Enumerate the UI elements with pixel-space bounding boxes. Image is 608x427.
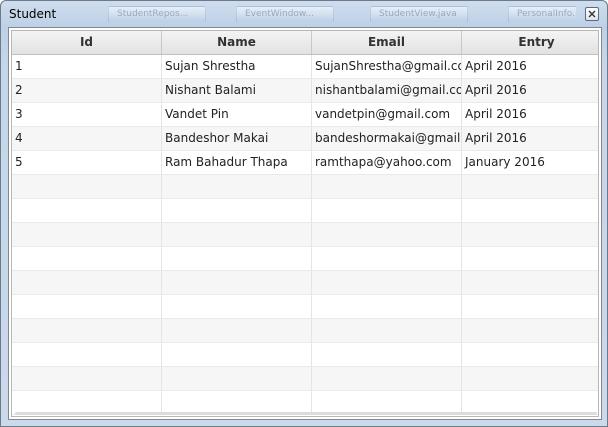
- empty-cell: [12, 343, 162, 366]
- cell-entry: April 2016: [462, 79, 598, 102]
- empty-cell: [12, 223, 162, 246]
- empty-cell: [462, 319, 598, 342]
- empty-cell: [462, 175, 598, 198]
- empty-cell: [312, 295, 462, 318]
- close-icon: [588, 10, 596, 18]
- cell-email: bandeshormakai@gmail....: [312, 127, 462, 150]
- empty-cell: [162, 247, 312, 270]
- background-tab: EventWindow...: [236, 6, 334, 22]
- empty-cell: [462, 247, 598, 270]
- cell-entry: January 2016: [462, 151, 598, 174]
- background-tab: StudentView.java: [370, 6, 468, 22]
- column-header-id[interactable]: Id: [12, 31, 162, 54]
- table-row[interactable]: 2 Nishant Balami nishantbalami@gmail.com…: [12, 79, 598, 103]
- table-row[interactable]: 1 Sujan Shrestha SujanShrestha@gmail.com…: [12, 55, 598, 79]
- empty-cell: [312, 271, 462, 294]
- empty-cell: [162, 271, 312, 294]
- empty-table-row: [12, 343, 598, 367]
- window-client-area: Id Name Email Entry 1 Sujan Shrestha Suj…: [8, 27, 602, 420]
- empty-table-row: [12, 367, 598, 391]
- empty-table-row: [12, 319, 598, 343]
- empty-cell: [462, 343, 598, 366]
- empty-cell: [312, 199, 462, 222]
- horizontal-scrollbar[interactable]: [15, 412, 597, 415]
- empty-cell: [162, 319, 312, 342]
- cell-id: 5: [12, 151, 162, 174]
- cell-name: Vandet Pin: [162, 103, 312, 126]
- empty-cell: [312, 175, 462, 198]
- cell-id: 1: [12, 55, 162, 78]
- empty-cell: [12, 199, 162, 222]
- cell-id: 3: [12, 103, 162, 126]
- cell-entry: April 2016: [462, 103, 598, 126]
- empty-cell: [12, 295, 162, 318]
- background-tab: PersonalInfo...: [508, 6, 576, 22]
- empty-cell: [12, 175, 162, 198]
- empty-cell: [12, 367, 162, 390]
- table-row[interactable]: 4 Bandeshor Makai bandeshormakai@gmail..…: [12, 127, 598, 151]
- empty-cell: [162, 391, 312, 414]
- empty-table-row: [12, 247, 598, 271]
- student-window: Student StudentRepos... EventWindow... S…: [0, 0, 608, 427]
- empty-cell: [312, 343, 462, 366]
- background-tab: StudentRepos...: [108, 6, 206, 22]
- empty-cell: [312, 247, 462, 270]
- empty-cell: [312, 319, 462, 342]
- cell-email: nishantbalami@gmail.com: [312, 79, 462, 102]
- cell-entry: April 2016: [462, 55, 598, 78]
- empty-cell: [462, 271, 598, 294]
- cell-name: Sujan Shrestha: [162, 55, 312, 78]
- empty-cell: [312, 223, 462, 246]
- empty-table-row: [12, 199, 598, 223]
- empty-cell: [462, 367, 598, 390]
- empty-table-row: [12, 271, 598, 295]
- cell-id: 2: [12, 79, 162, 102]
- cell-email: ramthapa@yahoo.com: [312, 151, 462, 174]
- empty-cell: [12, 271, 162, 294]
- empty-cell: [162, 175, 312, 198]
- column-header-email[interactable]: Email: [312, 31, 462, 54]
- empty-cell: [462, 223, 598, 246]
- cell-entry: April 2016: [462, 127, 598, 150]
- empty-cell: [462, 199, 598, 222]
- table-row[interactable]: 3 Vandet Pin vandetpin@gmail.com April 2…: [12, 103, 598, 127]
- table-header: Id Name Email Entry: [12, 31, 598, 55]
- background-taskbar-tabs: StudentRepos... EventWindow... StudentVi…: [106, 6, 576, 22]
- column-header-entry[interactable]: Entry: [462, 31, 598, 54]
- cell-email: SujanShrestha@gmail.com: [312, 55, 462, 78]
- empty-cell: [12, 391, 162, 414]
- empty-cell: [162, 223, 312, 246]
- cell-id: 4: [12, 127, 162, 150]
- empty-table-row: [12, 223, 598, 247]
- cell-name: Ram Bahadur Thapa: [162, 151, 312, 174]
- column-header-name[interactable]: Name: [162, 31, 312, 54]
- empty-cell: [162, 343, 312, 366]
- student-table[interactable]: Id Name Email Entry 1 Sujan Shrestha Suj…: [11, 30, 599, 417]
- close-button[interactable]: [585, 7, 599, 21]
- empty-cell: [12, 319, 162, 342]
- empty-cell: [312, 367, 462, 390]
- window-title: Student: [9, 7, 57, 21]
- empty-cell: [162, 295, 312, 318]
- table-body: 1 Sujan Shrestha SujanShrestha@gmail.com…: [12, 55, 598, 415]
- cell-name: Bandeshor Makai: [162, 127, 312, 150]
- title-bar[interactable]: Student StudentRepos... EventWindow... S…: [1, 1, 607, 27]
- empty-table-row: [12, 175, 598, 199]
- table-row[interactable]: 5 Ram Bahadur Thapa ramthapa@yahoo.com J…: [12, 151, 598, 175]
- cell-name: Nishant Balami: [162, 79, 312, 102]
- empty-cell: [312, 391, 462, 414]
- empty-cell: [462, 391, 598, 414]
- empty-cell: [162, 199, 312, 222]
- empty-cell: [462, 295, 598, 318]
- cell-email: vandetpin@gmail.com: [312, 103, 462, 126]
- empty-cell: [162, 367, 312, 390]
- empty-table-row: [12, 295, 598, 319]
- empty-cell: [12, 247, 162, 270]
